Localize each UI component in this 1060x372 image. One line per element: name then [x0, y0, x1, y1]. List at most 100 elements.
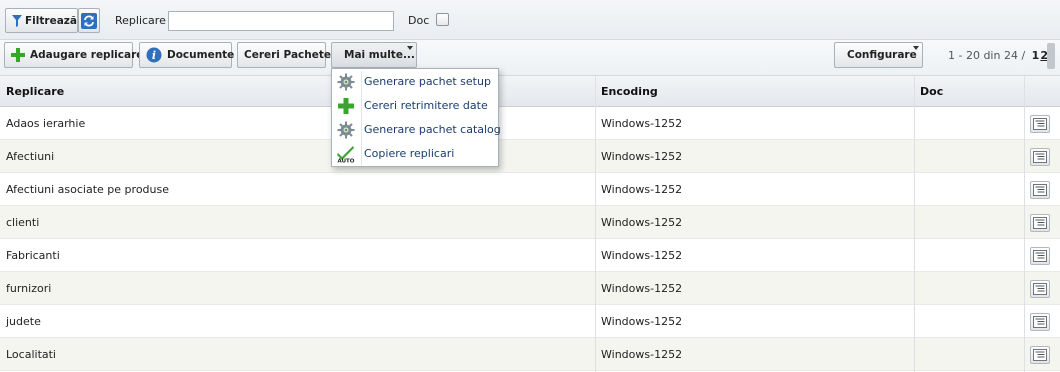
cell-encoding: Windows-1252	[601, 150, 683, 163]
svg-text:AUTO: AUTO	[338, 159, 355, 164]
table-row[interactable]: furnizori Windows-1252	[0, 272, 1060, 305]
table-header: Replicare Encoding Doc	[0, 76, 1060, 107]
cell-doc	[914, 107, 1024, 140]
cell-replicare: Adaos ierarhie	[6, 117, 86, 130]
column-divider	[1024, 76, 1025, 372]
details-list-icon	[1033, 250, 1047, 262]
menu-item[interactable]: Generare pachet setup	[332, 70, 498, 94]
row-details-button[interactable]	[1030, 115, 1050, 133]
funnel-icon	[12, 14, 22, 27]
chevron-down-icon	[913, 46, 919, 50]
table-row[interactable]: Adaos ierarhie Windows-1252	[0, 107, 1060, 140]
package-requests-button[interactable]: Cereri Pachete	[237, 42, 331, 68]
cell-replicare: clienti	[6, 216, 40, 229]
add-replicare-label: Adaugare replicare	[30, 49, 144, 61]
table-row[interactable]: judete Windows-1252	[0, 305, 1060, 338]
documents-label: Documente	[167, 49, 235, 61]
gear-icon	[337, 73, 355, 91]
column-header-encoding[interactable]: Encoding	[595, 76, 914, 107]
cell-doc	[914, 140, 1024, 173]
info-icon: i	[146, 47, 162, 63]
cell-doc	[914, 239, 1024, 272]
details-list-icon	[1033, 151, 1047, 163]
doc-filter-label: Doc	[408, 14, 430, 27]
row-details-button[interactable]	[1030, 313, 1050, 331]
page-current: 1	[1031, 49, 1040, 62]
cell-replicare: judete	[6, 315, 41, 328]
refresh-icon	[81, 12, 97, 29]
table-row[interactable]: clienti Windows-1252	[0, 206, 1060, 239]
details-list-icon	[1033, 316, 1047, 328]
cell-encoding: Windows-1252	[601, 249, 683, 262]
pager-range-text: 1 - 20 din 24 /	[948, 49, 1026, 62]
cell-encoding: Windows-1252	[601, 282, 683, 295]
add-replicare-button[interactable]: Adaugare replicare	[4, 42, 143, 68]
table-row[interactable]: Afectiuni Windows-1252	[0, 140, 1060, 173]
cell-doc	[914, 305, 1024, 338]
details-list-icon	[1033, 283, 1047, 295]
gear-icon	[337, 121, 355, 139]
row-details-button[interactable]	[1030, 280, 1050, 298]
column-header-doc[interactable]: Doc	[914, 76, 1024, 107]
more-button[interactable]: Mai multe...	[331, 42, 417, 68]
horizontal-scroll-thumb[interactable]	[1047, 43, 1055, 69]
configure-label: Configurare	[847, 49, 917, 61]
details-list-icon	[1033, 184, 1047, 196]
table-row[interactable]: Fabricanti Windows-1252	[0, 239, 1060, 272]
plus-icon	[11, 48, 25, 62]
menu-item[interactable]: AUTO Copiere replicari	[332, 142, 498, 166]
documents-button[interactable]: i Documente	[139, 42, 235, 68]
row-details-button[interactable]	[1030, 247, 1050, 265]
toolbar: Adaugare replicare i Documente Cereri Pa…	[0, 40, 1060, 76]
cell-doc	[914, 206, 1024, 239]
more-dropdown-menu: Generare pachet setup Cereri retrimitere …	[331, 68, 501, 167]
cell-replicare: Afectiuni	[6, 150, 55, 163]
row-details-button[interactable]	[1030, 181, 1050, 199]
more-button-label: Mai multe...	[344, 49, 415, 61]
cell-encoding: Windows-1252	[601, 348, 683, 361]
filter-button[interactable]: Filtrează	[5, 8, 78, 33]
details-list-icon	[1033, 217, 1047, 229]
filter-button-label: Filtrează	[25, 14, 77, 27]
cell-doc	[914, 272, 1024, 305]
replicare-filter-label: Replicare	[115, 14, 166, 27]
cell-encoding: Windows-1252	[601, 315, 683, 328]
column-divider	[595, 76, 596, 372]
replicare-filter-input[interactable]	[168, 11, 394, 31]
menu-item-label: Generare pachet setup	[364, 75, 491, 88]
column-header-replicare[interactable]: Replicare	[0, 76, 595, 107]
cell-replicare: Fabricanti	[6, 249, 60, 262]
menu-item-label: Cereri retrimitere date	[364, 99, 488, 112]
package-requests-label: Cereri Pachete	[244, 49, 332, 61]
cell-encoding: Windows-1252	[601, 216, 683, 229]
menu-item[interactable]: Cereri retrimitere date	[332, 94, 498, 118]
table-row[interactable]: Localitati Windows-1252	[0, 338, 1060, 371]
cell-doc	[914, 338, 1024, 371]
cell-encoding: Windows-1252	[601, 183, 683, 196]
auto-check-icon: AUTO	[337, 145, 355, 165]
row-details-button[interactable]	[1030, 214, 1050, 232]
configure-button[interactable]: Configurare	[834, 42, 923, 68]
cell-replicare: Localitati	[6, 348, 56, 361]
menu-item[interactable]: Generare pachet catalog	[332, 118, 501, 142]
table-row[interactable]: Afectiuni asociate pe produse Windows-125…	[0, 173, 1060, 206]
details-list-icon	[1033, 349, 1047, 361]
pagination: 1 - 20 din 24 / 12	[948, 49, 1048, 62]
column-divider	[914, 76, 915, 372]
refresh-button[interactable]	[78, 8, 100, 33]
filter-bar: Filtrează Replicare Doc	[0, 0, 1060, 40]
cell-encoding: Windows-1252	[601, 117, 683, 130]
plus-icon	[337, 97, 355, 115]
menu-item-label: Copiere replicari	[364, 147, 455, 160]
doc-filter-checkbox[interactable]	[436, 13, 449, 26]
svg-text:i: i	[152, 49, 156, 62]
chevron-down-icon	[407, 46, 413, 50]
menu-item-label: Generare pachet catalog	[364, 123, 501, 136]
cell-replicare: furnizori	[6, 282, 52, 295]
row-details-button[interactable]	[1030, 346, 1050, 364]
cell-replicare: Afectiuni asociate pe produse	[6, 183, 170, 196]
row-details-button[interactable]	[1030, 148, 1050, 166]
details-list-icon	[1033, 118, 1047, 130]
cell-doc	[914, 173, 1024, 206]
column-header-actions	[1024, 76, 1060, 107]
